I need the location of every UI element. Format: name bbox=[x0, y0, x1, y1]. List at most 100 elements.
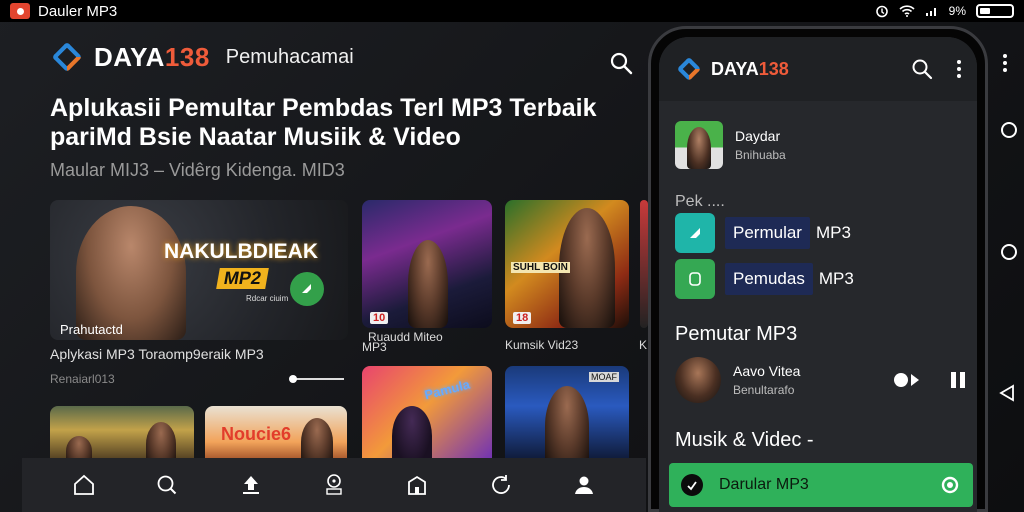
phone-header: DAYA138 bbox=[659, 37, 977, 101]
brand-name: DAYA138 bbox=[94, 42, 210, 73]
logo-icon bbox=[50, 40, 84, 74]
artist-image bbox=[408, 240, 448, 328]
nav-upload[interactable] bbox=[236, 470, 266, 500]
card-title: Noucie6 bbox=[221, 424, 292, 444]
phone-frame: DAYA138 Daydar Bnihuaba Pek .... Permula… bbox=[648, 26, 988, 512]
status-bar: Dauler MP3 9% bbox=[0, 0, 1024, 22]
menu-item-tail: MP3 bbox=[815, 223, 851, 242]
player-controls bbox=[893, 371, 965, 389]
featured-badge: MP2 bbox=[216, 268, 269, 289]
video-card-2[interactable]: SUHL BOIN 18 bbox=[505, 200, 629, 328]
nav-home[interactable] bbox=[69, 470, 99, 500]
library-icon bbox=[408, 475, 427, 495]
search-icon[interactable] bbox=[911, 58, 933, 80]
bottom-navigation bbox=[22, 458, 646, 512]
play-button[interactable] bbox=[290, 272, 324, 306]
back-icon[interactable] bbox=[998, 384, 1016, 402]
app-notification-icon bbox=[10, 3, 30, 19]
alarm-icon bbox=[875, 5, 888, 18]
artist-image bbox=[76, 206, 186, 340]
next-icon[interactable] bbox=[893, 371, 923, 389]
video-card-3[interactable] bbox=[640, 200, 648, 328]
upload-icon bbox=[242, 476, 259, 494]
nav-search[interactable] bbox=[152, 470, 182, 500]
play-icon bbox=[302, 284, 311, 293]
featured-sub: Renaiarl013 bbox=[50, 372, 115, 386]
video-card-6[interactable]: Pamula bbox=[362, 366, 492, 466]
search-button[interactable] bbox=[608, 50, 634, 76]
music-note-icon bbox=[689, 272, 701, 286]
radio-icon bbox=[326, 474, 342, 495]
check-mark-icon bbox=[687, 481, 697, 491]
nav-radio[interactable] bbox=[319, 470, 349, 500]
card-number: 10 bbox=[370, 312, 389, 324]
battery-icon bbox=[976, 4, 1014, 18]
card-number: 18 bbox=[513, 312, 532, 324]
video-card-5[interactable]: Noucie6 bbox=[205, 406, 347, 466]
more-options-icon[interactable] bbox=[957, 60, 961, 78]
download-button[interactable]: Darular MP3 bbox=[669, 463, 973, 507]
profile-icon bbox=[575, 476, 594, 494]
music-app-icon bbox=[675, 259, 715, 299]
signal-icon bbox=[925, 8, 936, 16]
menu-item-label: Pemudas bbox=[725, 263, 813, 295]
battery-percent: 9% bbox=[948, 4, 966, 18]
section-title: Pemutar MP3 bbox=[675, 323, 798, 345]
play-icon bbox=[690, 228, 700, 238]
video-card-1[interactable]: 10 bbox=[362, 200, 492, 328]
phone-screen: DAYA138 Daydar Bnihuaba Pek .... Permula… bbox=[659, 37, 977, 512]
phone-profile[interactable]: Daydar Bnihuaba bbox=[675, 121, 786, 169]
featured-small-text: Rdcar ciuim bbox=[246, 294, 289, 303]
featured-headline: NAKULBDIEAK bbox=[164, 240, 318, 263]
now-playing[interactable]: Aavo Vitea Benultarafo bbox=[675, 357, 965, 403]
refresh-icon bbox=[491, 475, 510, 494]
menu-item-label: Permular bbox=[725, 217, 810, 249]
card-title: Pamula bbox=[422, 376, 472, 403]
check-icon bbox=[681, 474, 703, 496]
nav-refresh[interactable] bbox=[486, 470, 516, 500]
featured-caption: Prahutactd bbox=[60, 322, 123, 337]
card-caption: Kumsik Vid23 bbox=[505, 338, 579, 352]
wifi-icon bbox=[899, 5, 915, 17]
card-sub: MP3 bbox=[362, 340, 387, 354]
now-playing-title: Aavo Vitea bbox=[733, 363, 801, 379]
logo-icon bbox=[675, 55, 703, 83]
sync-icon bbox=[939, 474, 961, 496]
page-subtitle: Maular MIJ3 – Vidêrg Kidenga. MID3 bbox=[50, 160, 345, 180]
page-title: Aplukasii Pemultar Pembdas Terl MP3 Terb… bbox=[50, 94, 597, 151]
sync-icon bbox=[941, 476, 959, 494]
video-card-7[interactable]: MOAF bbox=[505, 366, 629, 466]
phone-header-actions bbox=[911, 58, 961, 80]
phone-brand[interactable]: DAYA138 bbox=[675, 55, 789, 83]
status-indicators: 9% bbox=[875, 4, 1014, 18]
nav-library[interactable] bbox=[402, 470, 432, 500]
featured-card[interactable]: NAKULBDIEAK MP2 Rdcar ciuim Prahutactd bbox=[50, 200, 348, 340]
card-badge: MOAF bbox=[589, 372, 619, 382]
profile-sub: Bnihuaba bbox=[735, 148, 786, 162]
profile-name: Daydar bbox=[735, 128, 781, 144]
system-navigation bbox=[992, 30, 1024, 512]
more-options-icon[interactable] bbox=[1003, 54, 1007, 72]
brand-name-part2: 138 bbox=[164, 41, 210, 72]
search-icon bbox=[610, 52, 633, 75]
section-title: Musik & Videc - bbox=[675, 429, 814, 451]
brand-name-part1: DAYA bbox=[94, 41, 165, 72]
music-app-icon bbox=[675, 213, 715, 253]
phone-brand-part1: DAYA bbox=[711, 58, 759, 79]
menu-item-pemudas[interactable]: Pemudas MP3 bbox=[675, 259, 854, 299]
pause-icon[interactable] bbox=[951, 372, 965, 388]
phone-brand-name: DAYA138 bbox=[711, 59, 789, 80]
status-app-title: Dauler MP3 bbox=[38, 2, 118, 20]
download-button-label: Darular MP3 bbox=[719, 476, 809, 493]
nav-profile[interactable] bbox=[569, 470, 599, 500]
progress-slider[interactable] bbox=[289, 375, 344, 383]
app-brand[interactable]: DAYA138 Pemuhacamai bbox=[50, 40, 354, 74]
home-button[interactable] bbox=[1001, 244, 1017, 260]
featured-title: Aplykasi MP3 Toraomp9eraik MP3 bbox=[50, 346, 264, 362]
menu-item-permular[interactable]: Permular MP3 bbox=[675, 213, 851, 253]
brand-subtitle: Pemuhacamai bbox=[225, 45, 354, 68]
artist-image bbox=[392, 406, 432, 466]
recents-button[interactable] bbox=[1001, 122, 1017, 138]
menu-item-tail: MP3 bbox=[818, 269, 854, 288]
video-card-4[interactable] bbox=[50, 406, 194, 466]
